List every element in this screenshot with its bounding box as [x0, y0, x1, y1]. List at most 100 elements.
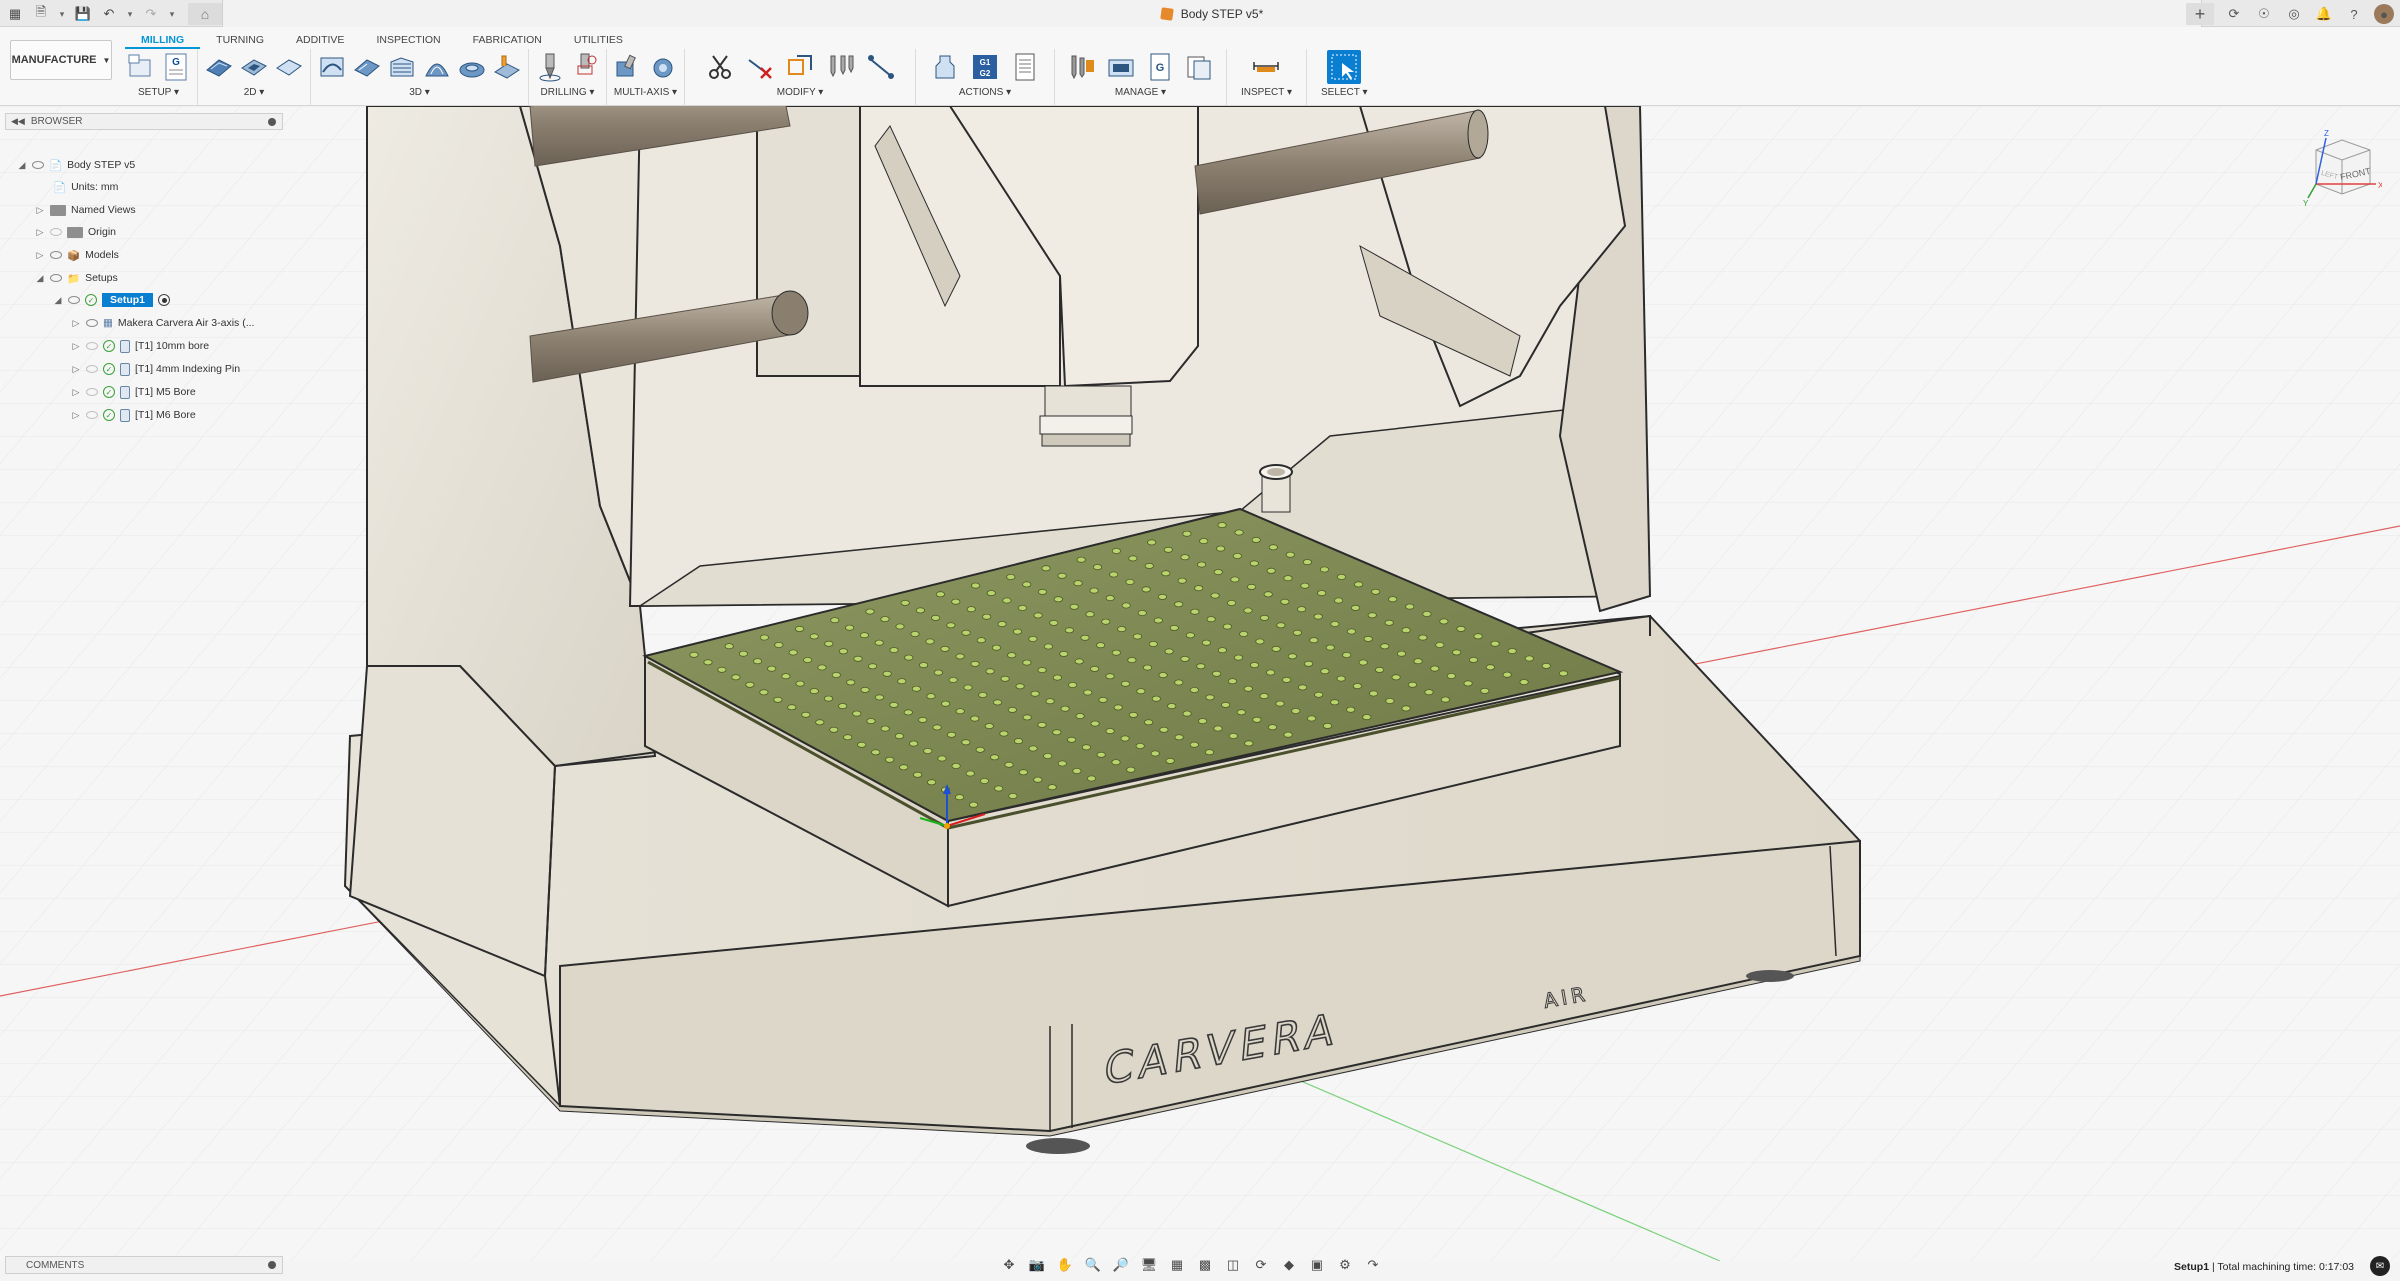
multi-axis-group-label[interactable]: MULTI-AXIS ▾: [614, 87, 677, 98]
select-cursor-icon[interactable]: [1327, 50, 1362, 84]
visibility-eye-icon[interactable]: [50, 251, 62, 259]
adaptive-clearing-icon[interactable]: [317, 52, 347, 82]
bore-icon[interactable]: [570, 52, 600, 82]
chat-icon[interactable]: ✉: [2370, 1256, 2390, 1276]
template-library-icon[interactable]: [1184, 52, 1214, 82]
grid-settings-icon[interactable]: ▦: [1166, 1256, 1188, 1274]
user-avatar[interactable]: ●: [2374, 4, 2394, 24]
parallel-icon[interactable]: [492, 52, 522, 82]
manage-group-label[interactable]: MANAGE ▾: [1115, 87, 1166, 98]
visibility-eye-icon[interactable]: [86, 319, 98, 327]
file-menu-icon[interactable]: 🗎: [30, 4, 52, 24]
tool-library-icon[interactable]: [1067, 52, 1097, 82]
modify-group-label[interactable]: MODIFY ▾: [777, 87, 824, 98]
machine-model-canvas[interactable]: CARVERA AIR: [0, 106, 2400, 1261]
machine-library-icon[interactable]: [1106, 52, 1136, 82]
visibility-eye-icon[interactable]: [50, 228, 62, 236]
post-process-icon[interactable]: G1 G2: [970, 52, 1000, 82]
orbit-icon[interactable]: ✥: [998, 1256, 1020, 1274]
notifications-icon[interactable]: 🔔: [2314, 4, 2334, 24]
actions-group-label[interactable]: ACTIONS ▾: [959, 87, 1011, 98]
simulation-icon[interactable]: ⟳: [1250, 1256, 1272, 1274]
collapse-triangle-icon[interactable]: ◢: [35, 273, 45, 284]
tool-library-modify-icon[interactable]: [825, 52, 855, 82]
drilling-group-label[interactable]: DRILLING ▾: [541, 87, 595, 98]
save-icon[interactable]: 💾: [72, 4, 94, 24]
post-library-icon[interactable]: G: [1145, 52, 1175, 82]
tree-named-views[interactable]: ▷ Named Views: [35, 200, 136, 220]
file-menu-chevron-icon[interactable]: ▾: [56, 4, 68, 24]
tree-op-3[interactable]: ▷ ✓ [T1] M5 Bore: [71, 382, 196, 402]
new-tab-button[interactable]: +: [2186, 3, 2214, 25]
tab-fabrication[interactable]: FABRICATION: [457, 31, 558, 49]
tree-setup1[interactable]: ◢ ✓ Setup1: [53, 290, 171, 310]
expand-triangle-icon[interactable]: ▷: [35, 227, 45, 238]
visibility-eye-icon[interactable]: [86, 388, 98, 396]
extensions-icon[interactable]: ⟳: [2224, 4, 2244, 24]
tab-milling[interactable]: MILLING: [125, 31, 201, 49]
2d-adaptive-icon[interactable]: [204, 52, 234, 82]
display-settings-icon[interactable]: 🖥: [1138, 1256, 1160, 1274]
visibility-eye-icon[interactable]: [86, 411, 98, 419]
comments-panel[interactable]: COMMENTS: [5, 1256, 283, 1274]
tab-inspection[interactable]: INSPECTION: [360, 31, 456, 49]
2d-group-label[interactable]: 2D ▾: [244, 87, 265, 98]
3d-group-label[interactable]: 3D ▾: [409, 87, 430, 98]
nc-program-icon[interactable]: G: [161, 52, 191, 82]
redo-chevron-icon[interactable]: ▾: [166, 4, 178, 24]
expand-triangle-icon[interactable]: ▷: [71, 341, 81, 352]
setup-group-label[interactable]: SETUP ▾: [138, 87, 179, 98]
scissors-icon[interactable]: [705, 52, 735, 82]
visibility-eye-icon[interactable]: [50, 274, 62, 282]
help-icon[interactable]: ?: [2344, 4, 2364, 24]
tab-turning[interactable]: TURNING: [200, 31, 280, 49]
scallop-icon[interactable]: [422, 52, 452, 82]
tree-models[interactable]: ▷ 📦 Models: [35, 245, 119, 265]
drill-icon[interactable]: [535, 52, 565, 82]
swarf-icon[interactable]: [613, 52, 643, 82]
face-icon[interactable]: [274, 52, 304, 82]
expand-triangle-icon[interactable]: ▷: [35, 205, 45, 216]
inspect-group-label[interactable]: INSPECT ▾: [1241, 87, 1292, 98]
expand-triangle-icon[interactable]: ▷: [71, 387, 81, 398]
app-grid-icon[interactable]: ▦: [4, 4, 26, 24]
tree-op-4[interactable]: ▷ ✓ [T1] M6 Bore: [71, 405, 196, 425]
stock-display-icon[interactable]: ◆: [1278, 1256, 1300, 1274]
visibility-eye-icon[interactable]: [86, 365, 98, 373]
tree-setups[interactable]: ◢ 📁 Setups: [35, 268, 118, 288]
expand-triangle-icon[interactable]: ▷: [71, 318, 81, 329]
steep-and-shallow-icon[interactable]: [387, 52, 417, 82]
tree-units[interactable]: 📄 Units: mm: [53, 177, 118, 197]
online-status-icon[interactable]: ◎: [2284, 4, 2304, 24]
active-setup-radio-icon[interactable]: [158, 294, 171, 306]
section-analysis-icon[interactable]: ◫: [1222, 1256, 1244, 1274]
transform-toolpath-icon[interactable]: [785, 52, 815, 82]
collapse-panel-icon[interactable]: ◀◀: [11, 116, 25, 127]
expand-triangle-icon[interactable]: ▷: [71, 364, 81, 375]
zoom-window-icon[interactable]: 🔎: [1110, 1256, 1132, 1274]
browser-header[interactable]: ◀◀ BROWSER: [5, 113, 283, 130]
visibility-eye-icon[interactable]: [86, 342, 98, 350]
toolpath-display-icon[interactable]: ↷: [1362, 1256, 1384, 1274]
measure-icon[interactable]: [1251, 52, 1281, 82]
pocket-clearing-icon[interactable]: [352, 52, 382, 82]
visibility-eye-icon[interactable]: [68, 296, 80, 304]
tree-machine[interactable]: ▷ ▦ Makera Carvera Air 3-axis (...: [71, 313, 255, 333]
view-cube[interactable]: FRONT LEFT X Y Z: [2302, 128, 2384, 208]
expand-triangle-icon[interactable]: ▷: [35, 250, 45, 261]
home-icon[interactable]: ⌂: [188, 3, 222, 25]
workspace-switcher[interactable]: MANUFACTURE ▼: [10, 40, 112, 80]
look-at-icon[interactable]: 📷: [1026, 1256, 1048, 1274]
pan-icon[interactable]: ✋: [1054, 1256, 1076, 1274]
comments-options-icon[interactable]: [268, 1261, 276, 1269]
zoom-icon[interactable]: 🔍: [1082, 1256, 1104, 1274]
2d-pocket-icon[interactable]: [239, 52, 269, 82]
stock-simulation-icon[interactable]: [865, 52, 895, 82]
tree-op-1[interactable]: ▷ ✓ [T1] 10mm bore: [71, 336, 209, 356]
new-setup-icon[interactable]: [126, 52, 156, 82]
tree-root[interactable]: ◢ 📄 Body STEP v5: [17, 155, 136, 175]
delete-toolpath-icon[interactable]: [745, 52, 775, 82]
job-status-icon[interactable]: ☉: [2254, 4, 2274, 24]
machine-display-icon[interactable]: ▣: [1306, 1256, 1328, 1274]
setup-sheet-icon[interactable]: [1010, 52, 1040, 82]
